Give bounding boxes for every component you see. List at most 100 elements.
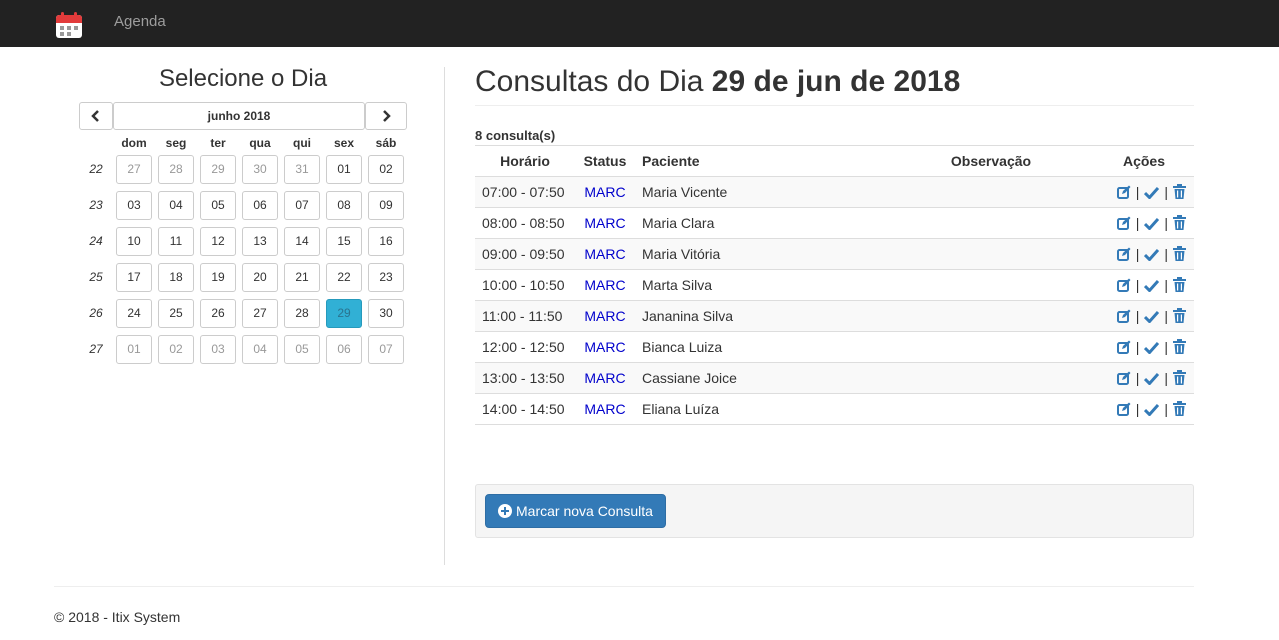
separator: | <box>1164 370 1168 386</box>
cell-note <box>904 176 1078 208</box>
check-icon[interactable] <box>1144 341 1160 355</box>
appointments-panel: Consultas do Dia 29 de jun de 2018 8 con… <box>475 47 1194 538</box>
calendar-day[interactable]: 14 <box>284 227 320 256</box>
calendar-day[interactable]: 23 <box>368 263 404 292</box>
cell-time: 09:00 - 09:50 <box>475 238 575 270</box>
trash-icon[interactable] <box>1173 339 1186 354</box>
weekday-label: qua <box>249 136 271 150</box>
check-icon[interactable] <box>1144 403 1160 417</box>
separator: | <box>1164 246 1168 262</box>
calendar-day[interactable]: 24 <box>116 299 152 328</box>
weekday-label: dom <box>121 136 147 150</box>
calendar-day[interactable]: 08 <box>326 191 362 220</box>
edit-icon[interactable] <box>1116 309 1131 323</box>
edit-icon[interactable] <box>1116 402 1131 416</box>
calendar-day[interactable]: 06 <box>242 191 278 220</box>
cell-actions: | | <box>1078 393 1194 425</box>
calendar-day[interactable]: 01 <box>326 155 362 184</box>
week-number: 24 <box>89 234 103 248</box>
footer-text: © 2018 - Itix System <box>54 609 181 625</box>
calendar-day[interactable]: 31 <box>284 155 320 184</box>
calendar-day[interactable]: 12 <box>200 227 236 256</box>
calendar-day[interactable]: 04 <box>158 191 194 220</box>
month-title-button[interactable]: junho 2018 <box>113 102 365 130</box>
cell-patient: Marta Silva <box>635 269 904 301</box>
separator: | <box>1164 401 1168 417</box>
calendar-day[interactable]: 05 <box>284 335 320 364</box>
week-number: 27 <box>89 342 103 356</box>
next-month-button[interactable] <box>365 102 407 130</box>
check-icon[interactable] <box>1144 310 1160 324</box>
calendar-day[interactable]: 02 <box>368 155 404 184</box>
col-note: Observação <box>904 145 1078 177</box>
calendar-day[interactable]: 01 <box>116 335 152 364</box>
calendar-icon[interactable] <box>55 11 83 39</box>
calendar-day[interactable]: 07 <box>368 335 404 364</box>
calendar-day[interactable]: 25 <box>158 299 194 328</box>
calendar-day[interactable]: 02 <box>158 335 194 364</box>
table-row: 10:00 - 10:50 MARC Marta Silva | | <box>475 269 1194 301</box>
calendar-day[interactable]: 20 <box>242 263 278 292</box>
calendar-day[interactable]: 19 <box>200 263 236 292</box>
separator: | <box>1135 246 1140 262</box>
table-row: 12:00 - 12:50 MARC Bianca Luiza | | <box>475 331 1194 363</box>
calendar-day[interactable]: 07 <box>284 191 320 220</box>
calendar-day[interactable]: 16 <box>368 227 404 256</box>
trash-icon[interactable] <box>1173 246 1186 261</box>
calendar-day-selected[interactable]: 29 <box>326 299 362 328</box>
check-icon[interactable] <box>1144 248 1160 262</box>
col-actions: Ações <box>1078 145 1194 177</box>
separator: | <box>1135 339 1140 355</box>
calendar-day[interactable]: 22 <box>326 263 362 292</box>
check-icon[interactable] <box>1144 186 1160 200</box>
check-icon[interactable] <box>1144 217 1160 231</box>
calendar-day[interactable]: 27 <box>116 155 152 184</box>
week-number: 23 <box>89 198 103 212</box>
calendar-day[interactable]: 29 <box>200 155 236 184</box>
edit-icon[interactable] <box>1116 216 1131 230</box>
cell-patient: Bianca Luiza <box>635 331 904 363</box>
trash-icon[interactable] <box>1173 308 1186 323</box>
check-icon[interactable] <box>1144 372 1160 386</box>
calendar-day[interactable]: 09 <box>368 191 404 220</box>
calendar-day[interactable]: 06 <box>326 335 362 364</box>
trash-icon[interactable] <box>1173 370 1186 385</box>
calendar-day[interactable]: 03 <box>200 335 236 364</box>
trash-icon[interactable] <box>1173 401 1186 416</box>
new-appointment-label: Marcar nova Consulta <box>516 503 653 519</box>
cell-actions: | | <box>1078 300 1194 332</box>
new-appointment-button[interactable]: Marcar nova Consulta <box>485 494 666 528</box>
edit-icon[interactable] <box>1116 340 1131 354</box>
calendar-day[interactable]: 10 <box>116 227 152 256</box>
edit-icon[interactable] <box>1116 371 1131 385</box>
check-icon[interactable] <box>1144 279 1160 293</box>
calendar-day[interactable]: 15 <box>326 227 362 256</box>
calendar-day[interactable]: 03 <box>116 191 152 220</box>
calendar-day[interactable]: 28 <box>158 155 194 184</box>
calendar-day[interactable]: 13 <box>242 227 278 256</box>
calendar-day[interactable]: 04 <box>242 335 278 364</box>
calendar-day[interactable]: 27 <box>242 299 278 328</box>
date-picker-panel: Selecione o Dia junho 2018 dom seg ter qua q… <box>79 47 407 364</box>
calendar-day[interactable]: 30 <box>242 155 278 184</box>
trash-icon[interactable] <box>1173 277 1186 292</box>
separator: | <box>1164 339 1168 355</box>
prev-month-button[interactable] <box>79 102 113 130</box>
calendar-day[interactable]: 30 <box>368 299 404 328</box>
trash-icon[interactable] <box>1173 184 1186 199</box>
edit-icon[interactable] <box>1116 247 1131 261</box>
edit-icon[interactable] <box>1116 185 1131 199</box>
calendar-day[interactable]: 17 <box>116 263 152 292</box>
nav-brand-agenda[interactable]: Agenda <box>114 13 166 30</box>
calendar-day[interactable]: 26 <box>200 299 236 328</box>
calendar-day[interactable]: 21 <box>284 263 320 292</box>
calendar-day[interactable]: 11 <box>158 227 194 256</box>
cell-time: 08:00 - 08:50 <box>475 207 575 239</box>
trash-icon[interactable] <box>1173 215 1186 230</box>
calendar-day[interactable]: 18 <box>158 263 194 292</box>
cell-note <box>904 207 1078 239</box>
calendar-day[interactable]: 05 <box>200 191 236 220</box>
edit-icon[interactable] <box>1116 278 1131 292</box>
calendar-day[interactable]: 28 <box>284 299 320 328</box>
separator: | <box>1135 370 1140 386</box>
